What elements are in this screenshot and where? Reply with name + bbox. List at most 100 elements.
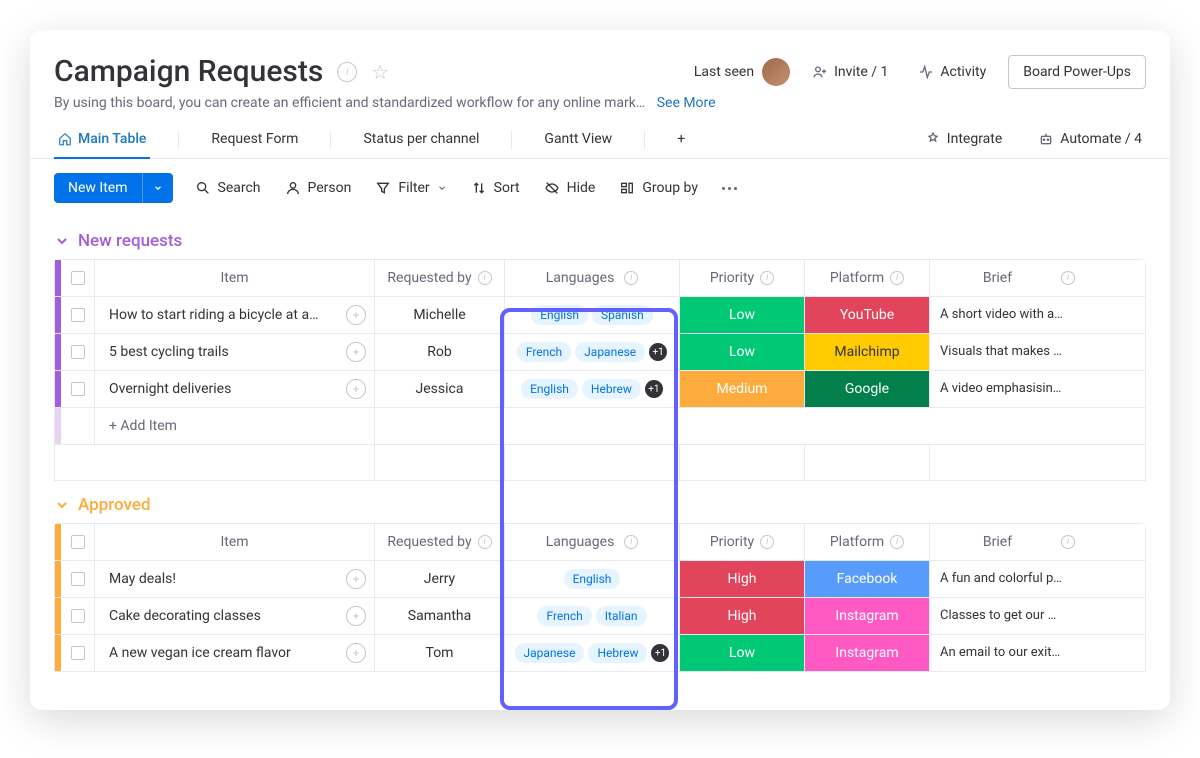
powerups-button[interactable]: Board Power-Ups (1008, 55, 1146, 89)
last-seen[interactable]: Last seen (694, 58, 790, 86)
languages-cell[interactable]: FrenchJapanese+1 (505, 334, 680, 370)
more-options[interactable] (720, 183, 739, 194)
info-icon[interactable]: i (760, 535, 774, 549)
col-header-languages[interactable]: Languagesi (505, 524, 680, 560)
col-header-platform[interactable]: Platformi (805, 260, 930, 296)
row-checkbox[interactable] (61, 371, 95, 407)
add-update-icon[interactable] (346, 379, 366, 399)
platform-cell[interactable]: YouTube (805, 297, 930, 333)
info-icon[interactable]: i (1061, 271, 1075, 285)
languages-cell[interactable]: EnglishSpanish (505, 297, 680, 333)
col-header-requested[interactable]: Requested byi (375, 524, 505, 560)
info-icon[interactable]: i (890, 535, 904, 549)
requested-by-cell[interactable]: Michelle (375, 297, 505, 333)
priority-cell[interactable]: Medium (680, 371, 805, 407)
group-by-button[interactable]: Group by (617, 176, 700, 200)
languages-cell[interactable]: EnglishHebrew+1 (505, 371, 680, 407)
info-icon[interactable]: i (1061, 535, 1075, 549)
add-update-icon[interactable] (346, 643, 366, 663)
info-icon[interactable]: i (624, 271, 638, 285)
item-cell[interactable]: May deals! (95, 561, 375, 597)
new-item-button[interactable]: New Item (54, 173, 173, 203)
tab-gantt[interactable]: Gantt View (540, 121, 616, 159)
select-all-checkbox[interactable] (61, 524, 95, 560)
info-icon[interactable]: i (760, 271, 774, 285)
hide-button[interactable]: Hide (542, 176, 598, 200)
more-languages-badge[interactable]: +1 (649, 343, 667, 361)
more-languages-badge[interactable]: +1 (651, 644, 669, 662)
table-row[interactable]: Overnight deliveries Jessica EnglishHebr… (55, 371, 1145, 408)
language-tag[interactable]: French (517, 342, 571, 362)
row-checkbox[interactable] (61, 635, 95, 671)
requested-by-cell[interactable]: Tom (375, 635, 505, 671)
priority-cell[interactable]: High (680, 598, 805, 634)
requested-by-cell[interactable]: Samantha (375, 598, 505, 634)
brief-cell[interactable]: Visuals that makes … (930, 334, 1085, 370)
add-update-icon[interactable] (346, 342, 366, 362)
priority-cell[interactable]: Low (680, 635, 805, 671)
more-languages-badge[interactable]: +1 (645, 380, 663, 398)
language-tag[interactable]: Japanese (575, 342, 645, 362)
invite-button[interactable]: Invite / 1 (804, 58, 896, 86)
platform-cell[interactable]: Google (805, 371, 930, 407)
priority-cell[interactable]: High (680, 561, 805, 597)
table-row[interactable]: A new vegan ice cream flavor Tom Japanes… (55, 635, 1145, 671)
filter-button[interactable]: Filter (373, 176, 448, 200)
integrate-button[interactable]: Integrate (921, 121, 1007, 159)
group-header[interactable]: Approved (54, 495, 1146, 515)
requested-by-cell[interactable]: Jessica (375, 371, 505, 407)
platform-cell[interactable]: Mailchimp (805, 334, 930, 370)
platform-cell[interactable]: Facebook (805, 561, 930, 597)
language-tag[interactable]: Hebrew (588, 643, 647, 663)
tab-status-channel[interactable]: Status per channel (359, 121, 483, 159)
languages-cell[interactable]: FrenchItalian (505, 598, 680, 634)
requested-by-cell[interactable]: Jerry (375, 561, 505, 597)
requested-by-cell[interactable]: Rob (375, 334, 505, 370)
language-tag[interactable]: English (531, 305, 588, 325)
priority-cell[interactable]: Low (680, 297, 805, 333)
col-header-requested[interactable]: Requested byi (375, 260, 505, 296)
col-header-item[interactable]: Item (95, 524, 375, 560)
add-update-icon[interactable] (346, 569, 366, 589)
language-tag[interactable]: Italian (596, 606, 647, 626)
info-icon[interactable]: i (624, 535, 638, 549)
col-header-priority[interactable]: Priorityi (680, 524, 805, 560)
platform-cell[interactable]: Instagram (805, 598, 930, 634)
item-cell[interactable]: Cake decorating classes (95, 598, 375, 634)
row-checkbox[interactable] (61, 598, 95, 634)
group-header[interactable]: New requests (54, 231, 1146, 251)
brief-cell[interactable]: A fun and colorful p… (930, 561, 1085, 597)
add-item-row[interactable]: + Add Item (55, 408, 1145, 444)
person-filter-button[interactable]: Person (283, 176, 354, 200)
priority-cell[interactable]: Low (680, 334, 805, 370)
favorite-star-icon[interactable]: ☆ (371, 60, 389, 84)
row-checkbox[interactable] (61, 561, 95, 597)
brief-cell[interactable]: A short video with a… (930, 297, 1085, 333)
info-icon[interactable]: i (890, 271, 904, 285)
see-more-link[interactable]: See More (657, 95, 716, 111)
col-header-brief[interactable]: Briefi (930, 524, 1085, 560)
col-header-item[interactable]: Item (95, 260, 375, 296)
item-cell[interactable]: 5 best cycling trails (95, 334, 375, 370)
tab-main-table[interactable]: Main Table (54, 121, 150, 159)
col-header-priority[interactable]: Priorityi (680, 260, 805, 296)
language-tag[interactable]: Hebrew (582, 379, 641, 399)
avatar[interactable] (762, 58, 790, 86)
col-header-languages[interactable]: Languagesi (505, 260, 680, 296)
select-all-checkbox[interactable] (61, 260, 95, 296)
item-cell[interactable]: How to start riding a bicycle at a… (95, 297, 375, 333)
platform-cell[interactable]: Instagram (805, 635, 930, 671)
language-tag[interactable]: Spanish (592, 305, 653, 325)
add-update-icon[interactable] (346, 305, 366, 325)
col-header-platform[interactable]: Platformi (805, 524, 930, 560)
brief-cell[interactable]: A video emphasisin… (930, 371, 1085, 407)
language-tag[interactable]: Japanese (515, 643, 585, 663)
item-cell[interactable]: Overnight deliveries (95, 371, 375, 407)
table-row[interactable]: May deals! Jerry English High Facebook A… (55, 561, 1145, 598)
tab-request-form[interactable]: Request Form (207, 121, 302, 159)
languages-cell[interactable]: English (505, 561, 680, 597)
add-update-icon[interactable] (346, 606, 366, 626)
col-header-brief[interactable]: Briefi (930, 260, 1085, 296)
activity-button[interactable]: Activity (910, 58, 994, 86)
languages-cell[interactable]: JapaneseHebrew+1 (505, 635, 680, 671)
